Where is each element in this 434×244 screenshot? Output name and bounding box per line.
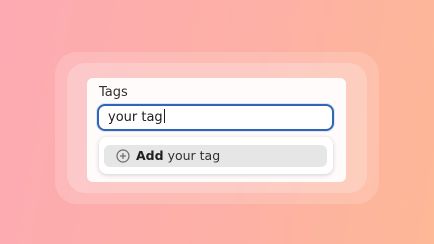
add-tag-option-label: Add your tag: [136, 147, 220, 165]
add-action-word: Add: [136, 148, 164, 163]
tags-input-text: your tag: [108, 110, 163, 125]
add-tag-option[interactable]: Add your tag: [104, 145, 327, 167]
text-caret: [163, 109, 165, 123]
add-tag-value: your tag: [167, 148, 221, 163]
plus-circle-icon: [116, 149, 130, 163]
tags-label: Tags: [99, 85, 128, 100]
suggestion-dropdown: Add your tag: [99, 137, 333, 174]
tags-input[interactable]: your tag: [97, 104, 334, 131]
tags-input-value: your tag: [108, 109, 165, 127]
